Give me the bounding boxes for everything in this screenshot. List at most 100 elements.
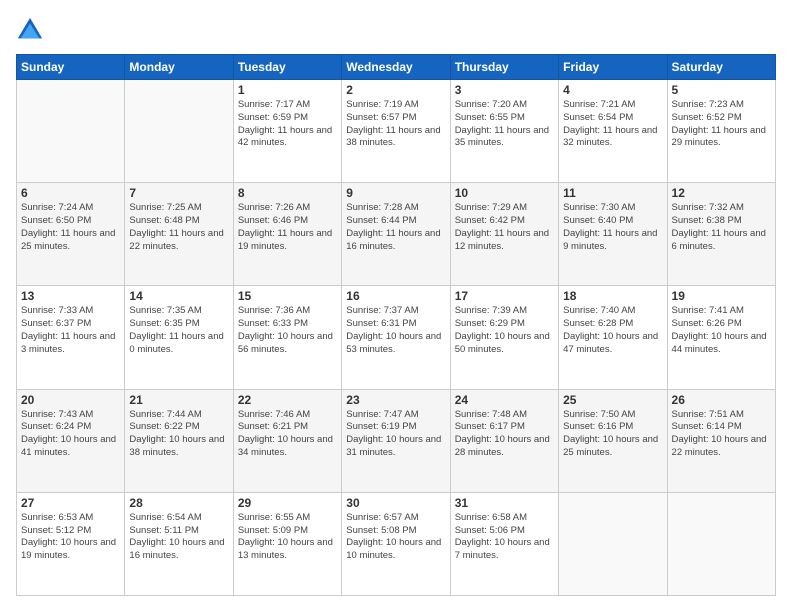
calendar-cell: 6Sunrise: 7:24 AMSunset: 6:50 PMDaylight… — [17, 183, 125, 286]
day-number: 26 — [672, 393, 771, 407]
day-info: Sunrise: 7:35 AMSunset: 6:35 PMDaylight:… — [129, 305, 228, 356]
day-number: 7 — [129, 186, 228, 200]
day-info: Sunrise: 7:32 AMSunset: 6:38 PMDaylight:… — [672, 202, 771, 253]
day-info: Sunrise: 6:53 AMSunset: 5:12 PMDaylight:… — [21, 512, 120, 563]
day-info: Sunrise: 7:36 AMSunset: 6:33 PMDaylight:… — [238, 305, 337, 356]
day-info: Sunrise: 7:17 AMSunset: 6:59 PMDaylight:… — [238, 99, 337, 150]
weekday-header-sunday: Sunday — [17, 55, 125, 80]
weekday-header-saturday: Saturday — [667, 55, 775, 80]
day-number: 19 — [672, 289, 771, 303]
day-number: 16 — [346, 289, 445, 303]
day-number: 8 — [238, 186, 337, 200]
calendar-cell: 10Sunrise: 7:29 AMSunset: 6:42 PMDayligh… — [450, 183, 558, 286]
calendar-cell: 25 Sunrise: 7:50 AMSunset: 6:16 PMDayligh… — [559, 389, 667, 492]
day-info: Sunrise: 7:43 AMSunset: 6:24 PMDaylight:… — [21, 409, 120, 460]
calendar-cell: 22 Sunrise: 7:46 AMSunset: 6:21 PMDayligh… — [233, 389, 341, 492]
day-number: 5 — [672, 83, 771, 97]
calendar-cell: 13 Sunrise: 7:33 AMSunset: 6:37 PMDayligh… — [17, 286, 125, 389]
day-info: Sunrise: 6:55 AMSunset: 5:09 PMDaylight:… — [238, 512, 337, 563]
calendar-cell — [125, 80, 233, 183]
day-number: 30 — [346, 496, 445, 510]
day-info: Sunrise: 7:39 AMSunset: 6:29 PMDaylight:… — [455, 305, 554, 356]
day-number: 21 — [129, 393, 228, 407]
day-number: 9 — [346, 186, 445, 200]
day-number: 1 — [238, 83, 337, 97]
calendar-cell: 18 Sunrise: 7:40 AMSunset: 6:28 PMDayligh… — [559, 286, 667, 389]
day-number: 3 — [455, 83, 554, 97]
calendar-cell: 12 Sunrise: 7:32 AMSunset: 6:38 PMDayligh… — [667, 183, 775, 286]
day-number: 31 — [455, 496, 554, 510]
day-info: Sunrise: 7:20 AMSunset: 6:55 PMDaylight:… — [455, 99, 554, 150]
day-info: Sunrise: 7:51 AMSunset: 6:14 PMDaylight:… — [672, 409, 771, 460]
day-number: 24 — [455, 393, 554, 407]
day-number: 22 — [238, 393, 337, 407]
calendar-cell: 20 Sunrise: 7:43 AMSunset: 6:24 PMDayligh… — [17, 389, 125, 492]
calendar-cell: 19Sunrise: 7:41 AMSunset: 6:26 PMDayligh… — [667, 286, 775, 389]
calendar-cell: 11Sunrise: 7:30 AMSunset: 6:40 PMDayligh… — [559, 183, 667, 286]
calendar-week-4: 20 Sunrise: 7:43 AMSunset: 6:24 PMDayligh… — [17, 389, 776, 492]
calendar-cell: 7 Sunrise: 7:25 AMSunset: 6:48 PMDaylight… — [125, 183, 233, 286]
day-info: Sunrise: 7:26 AMSunset: 6:46 PMDaylight:… — [238, 202, 337, 253]
calendar-cell: 26 Sunrise: 7:51 AMSunset: 6:14 PMDayligh… — [667, 389, 775, 492]
calendar-cell — [559, 492, 667, 595]
calendar-cell: 21 Sunrise: 7:44 AMSunset: 6:22 PMDayligh… — [125, 389, 233, 492]
day-info: Sunrise: 7:46 AMSunset: 6:21 PMDaylight:… — [238, 409, 337, 460]
day-info: Sunrise: 7:30 AMSunset: 6:40 PMDaylight:… — [563, 202, 662, 253]
weekday-header-monday: Monday — [125, 55, 233, 80]
weekday-header-wednesday: Wednesday — [342, 55, 450, 80]
calendar-week-1: 1 Sunrise: 7:17 AMSunset: 6:59 PMDaylight… — [17, 80, 776, 183]
day-info: Sunrise: 7:25 AMSunset: 6:48 PMDaylight:… — [129, 202, 228, 253]
day-info: Sunrise: 7:19 AMSunset: 6:57 PMDaylight:… — [346, 99, 445, 150]
day-info: Sunrise: 7:47 AMSunset: 6:19 PMDaylight:… — [346, 409, 445, 460]
day-info: Sunrise: 7:21 AMSunset: 6:54 PMDaylight:… — [563, 99, 662, 150]
calendar-cell: 9 Sunrise: 7:28 AMSunset: 6:44 PMDaylight… — [342, 183, 450, 286]
day-info: Sunrise: 7:44 AMSunset: 6:22 PMDaylight:… — [129, 409, 228, 460]
day-info: Sunrise: 7:23 AMSunset: 6:52 PMDaylight:… — [672, 99, 771, 150]
weekday-header-friday: Friday — [559, 55, 667, 80]
calendar-cell: 1 Sunrise: 7:17 AMSunset: 6:59 PMDaylight… — [233, 80, 341, 183]
calendar-cell: 28 Sunrise: 6:54 AMSunset: 5:11 PMDayligh… — [125, 492, 233, 595]
calendar-cell: 23 Sunrise: 7:47 AMSunset: 6:19 PMDayligh… — [342, 389, 450, 492]
calendar-cell: 31 Sunrise: 6:58 AMSunset: 5:06 PMDayligh… — [450, 492, 558, 595]
day-number: 2 — [346, 83, 445, 97]
day-number: 23 — [346, 393, 445, 407]
calendar-cell: 17Sunrise: 7:39 AMSunset: 6:29 PMDayligh… — [450, 286, 558, 389]
day-number: 4 — [563, 83, 662, 97]
day-number: 18 — [563, 289, 662, 303]
day-info: Sunrise: 7:50 AMSunset: 6:16 PMDaylight:… — [563, 409, 662, 460]
day-info: Sunrise: 7:33 AMSunset: 6:37 PMDaylight:… — [21, 305, 120, 356]
day-number: 14 — [129, 289, 228, 303]
day-number: 29 — [238, 496, 337, 510]
day-number: 13 — [21, 289, 120, 303]
calendar-table: SundayMondayTuesdayWednesdayThursdayFrid… — [16, 54, 776, 596]
logo — [16, 16, 48, 44]
calendar-week-5: 27Sunrise: 6:53 AMSunset: 5:12 PMDayligh… — [17, 492, 776, 595]
calendar-cell: 15 Sunrise: 7:36 AMSunset: 6:33 PMDayligh… — [233, 286, 341, 389]
day-info: Sunrise: 7:37 AMSunset: 6:31 PMDaylight:… — [346, 305, 445, 356]
day-number: 28 — [129, 496, 228, 510]
weekday-header-tuesday: Tuesday — [233, 55, 341, 80]
calendar-cell: 3 Sunrise: 7:20 AMSunset: 6:55 PMDaylight… — [450, 80, 558, 183]
calendar-cell: 8 Sunrise: 7:26 AMSunset: 6:46 PMDaylight… — [233, 183, 341, 286]
day-info: Sunrise: 7:28 AMSunset: 6:44 PMDaylight:… — [346, 202, 445, 253]
calendar-cell: 29 Sunrise: 6:55 AMSunset: 5:09 PMDayligh… — [233, 492, 341, 595]
calendar-week-3: 13 Sunrise: 7:33 AMSunset: 6:37 PMDayligh… — [17, 286, 776, 389]
day-info: Sunrise: 6:58 AMSunset: 5:06 PMDaylight:… — [455, 512, 554, 563]
page: SundayMondayTuesdayWednesdayThursdayFrid… — [0, 0, 792, 612]
day-info: Sunrise: 6:57 AMSunset: 5:08 PMDaylight:… — [346, 512, 445, 563]
calendar-cell: 5 Sunrise: 7:23 AMSunset: 6:52 PMDaylight… — [667, 80, 775, 183]
calendar-cell: 24Sunrise: 7:48 AMSunset: 6:17 PMDayligh… — [450, 389, 558, 492]
day-number: 12 — [672, 186, 771, 200]
calendar-cell: 2 Sunrise: 7:19 AMSunset: 6:57 PMDaylight… — [342, 80, 450, 183]
calendar-cell — [667, 492, 775, 595]
day-number: 15 — [238, 289, 337, 303]
day-info: Sunrise: 7:40 AMSunset: 6:28 PMDaylight:… — [563, 305, 662, 356]
calendar-cell: 14 Sunrise: 7:35 AMSunset: 6:35 PMDayligh… — [125, 286, 233, 389]
day-number: 25 — [563, 393, 662, 407]
calendar-cell — [17, 80, 125, 183]
calendar-cell: 16 Sunrise: 7:37 AMSunset: 6:31 PMDayligh… — [342, 286, 450, 389]
day-number: 20 — [21, 393, 120, 407]
calendar-cell: 4 Sunrise: 7:21 AMSunset: 6:54 PMDaylight… — [559, 80, 667, 183]
day-info: Sunrise: 7:29 AMSunset: 6:42 PMDaylight:… — [455, 202, 554, 253]
day-info: Sunrise: 6:54 AMSunset: 5:11 PMDaylight:… — [129, 512, 228, 563]
